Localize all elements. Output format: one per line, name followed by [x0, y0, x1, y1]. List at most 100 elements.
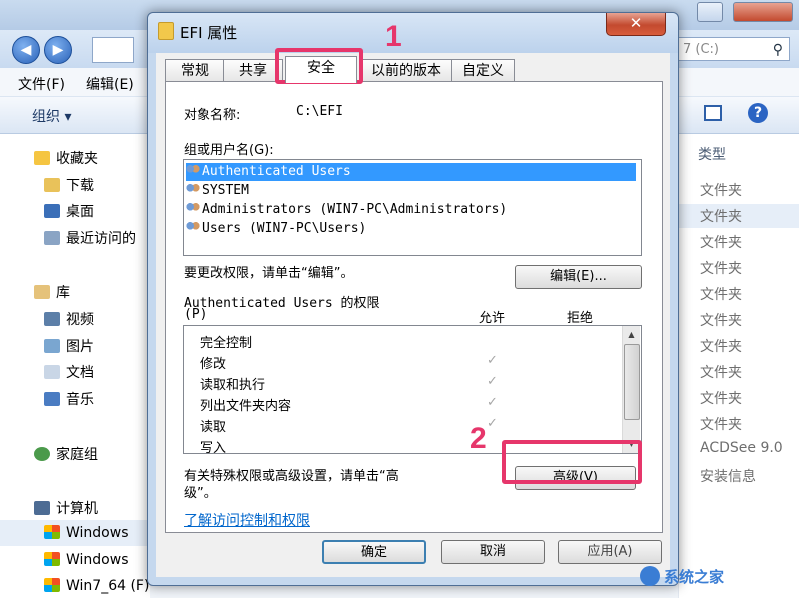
sidebar-item-documents[interactable]: 文档 — [44, 362, 94, 382]
windows-drive-icon — [44, 552, 60, 566]
menu-file[interactable]: 文件(F) — [18, 74, 65, 94]
object-name-label: 对象名称: — [184, 108, 241, 123]
sidebar-item-recent[interactable]: 最近访问的 — [44, 228, 136, 248]
deny-column-header: 拒绝 — [567, 311, 594, 326]
close-button[interactable] — [733, 2, 793, 22]
step-number-1: 1 — [385, 20, 402, 53]
address-bar[interactable] — [92, 37, 134, 63]
tab-customize[interactable]: 自定义 — [451, 59, 515, 82]
sidebar-item-pictures[interactable]: 图片 — [44, 336, 94, 356]
sidebar-item-drive-windows-2[interactable]: Windows — [44, 552, 129, 568]
sidebar-item-libraries[interactable]: 库 — [34, 282, 70, 302]
search-input[interactable]: 7 (C:) ⚲ — [678, 37, 790, 61]
edit-button[interactable]: 编辑(E)... — [515, 265, 642, 289]
users-list[interactable]: Authenticated Users SYSTEM Administrator… — [183, 159, 642, 256]
recent-places-icon — [44, 231, 60, 245]
sidebar-item-favorites[interactable]: 收藏夹 — [34, 148, 98, 168]
users-icon — [186, 164, 200, 176]
file-type-cell: 文件夹 — [700, 391, 742, 407]
file-type-cell: 文件夹 — [700, 183, 742, 199]
dialog-title: EFI 属性 — [180, 24, 238, 42]
back-icon[interactable]: ◀ — [12, 36, 40, 64]
object-name-value: C:\EFI — [296, 104, 343, 119]
sidebar-item-videos[interactable]: 视频 — [44, 309, 94, 329]
dialog-body: 常规 共享 安全 以前的版本 自定义 对象名称: C:\EFI 组或用户名(G)… — [156, 53, 670, 577]
permission-modify: 修改 — [200, 357, 227, 372]
search-text: 7 (C:) — [683, 42, 720, 57]
close-icon[interactable]: ✕ — [606, 13, 666, 36]
file-type-cell: 文件夹 — [700, 417, 742, 433]
column-header-type[interactable]: 类型 — [698, 144, 726, 164]
library-icon — [34, 285, 50, 299]
file-type-cell: 文件夹 — [700, 339, 742, 355]
watermark-icon — [640, 566, 660, 586]
file-type-cell: 文件夹 — [700, 287, 742, 303]
allow-check-icon: ✓ — [487, 395, 498, 410]
sidebar-item-drive-windows-1[interactable]: Windows — [0, 520, 150, 546]
groups-label: 组或用户名(G): — [184, 143, 274, 158]
sidebar-item-computer[interactable]: 计算机 — [34, 498, 98, 518]
users-icon — [186, 183, 200, 195]
list-item-user[interactable]: Administrators (WIN7-PC\Administrators) — [186, 201, 636, 219]
allow-check-icon: ✓ — [487, 374, 498, 389]
sidebar-item-desktop[interactable]: 桌面 — [44, 201, 94, 221]
help-icon[interactable]: ? — [748, 103, 768, 123]
highlight-advanced-button — [502, 440, 642, 484]
tab-security[interactable]: 安全 — [285, 56, 357, 83]
step-number-2: 2 — [470, 422, 487, 455]
file-type-cell: 文件夹 — [700, 235, 742, 251]
forward-icon[interactable]: ▶ — [44, 36, 72, 64]
scrollbar-thumb[interactable] — [624, 344, 640, 420]
permission-read-execute: 读取和执行 — [200, 378, 266, 393]
desktop-icon — [44, 204, 60, 218]
properties-dialog: EFI 属性 ✕ 常规 共享 安全 以前的版本 自定义 对象名称: C:\EFI… — [147, 12, 679, 586]
file-type-cell: 文件夹 — [700, 261, 742, 277]
file-type-cell: ACDSee 9.0 — [700, 440, 783, 456]
watermark-logo: 系统之家 — [640, 566, 790, 592]
dialog-titlebar[interactable]: EFI 属性 ✕ — [148, 13, 678, 53]
search-icon[interactable]: ⚲ — [773, 38, 783, 62]
allow-column-header: 允许 — [479, 311, 506, 326]
sidebar-item-drive-win7[interactable]: Win7_64 (F) — [44, 578, 149, 596]
tab-general[interactable]: 常规 — [165, 59, 225, 82]
navigation-pane: 收藏夹 下载 桌面 最近访问的 库 视频 图片 文档 音乐 家庭组 计算机 Wi… — [0, 134, 150, 598]
windows-drive-icon — [44, 578, 60, 592]
permissions-list[interactable]: 完全控制 修改 读取和执行 列出文件夹内容 读取 写入 ✓ ✓ ✓ ✓ ▲ ▼ — [183, 325, 642, 454]
change-permissions-hint: 要更改权限，请单击“编辑”。 — [184, 266, 354, 281]
permission-full-control: 完全控制 — [200, 336, 253, 351]
file-type-cell: 文件夹 — [700, 365, 742, 381]
music-icon — [44, 392, 60, 406]
cancel-button[interactable]: 取消 — [441, 540, 545, 564]
list-item-user[interactable]: SYSTEM — [186, 182, 636, 200]
learn-access-control-link[interactable]: 了解访问控制和权限 — [184, 510, 310, 530]
permission-read: 读取 — [200, 420, 227, 435]
file-type-cell: 文件夹 — [700, 313, 742, 329]
users-icon — [186, 221, 200, 233]
apply-button[interactable]: 应用(A) — [558, 540, 662, 564]
file-type-cell: 文件夹 — [700, 209, 742, 225]
file-type-cell: 安装信息 — [700, 469, 756, 485]
list-item-user[interactable]: Authenticated Users — [186, 163, 636, 181]
permission-write: 写入 — [200, 441, 227, 454]
sidebar-item-music[interactable]: 音乐 — [44, 389, 94, 409]
download-folder-icon — [44, 178, 60, 192]
computer-icon — [34, 501, 50, 515]
tab-sharing[interactable]: 共享 — [223, 59, 283, 82]
homegroup-icon — [34, 447, 50, 461]
list-item-user[interactable]: Users (WIN7-PC\Users) — [186, 220, 636, 238]
allow-check-icon: ✓ — [487, 416, 498, 431]
organize-button[interactable]: 组织 ▾ — [32, 106, 71, 126]
menu-edit[interactable]: 编辑(E) — [86, 74, 134, 94]
ok-button[interactable]: 确定 — [322, 540, 426, 564]
scroll-up-icon[interactable]: ▲ — [623, 326, 640, 343]
sidebar-item-downloads[interactable]: 下载 — [44, 175, 94, 195]
users-icon — [186, 202, 200, 214]
maximize-button[interactable] — [697, 2, 723, 22]
video-icon — [44, 312, 60, 326]
tab-previous-versions[interactable]: 以前的版本 — [359, 59, 453, 82]
sidebar-item-homegroup[interactable]: 家庭组 — [34, 444, 98, 464]
documents-icon — [44, 365, 60, 379]
advanced-hint-continued: 级”。 — [184, 486, 217, 501]
permissions-scrollbar[interactable]: ▲ ▼ — [622, 326, 640, 453]
preview-pane-icon[interactable] — [704, 105, 722, 121]
